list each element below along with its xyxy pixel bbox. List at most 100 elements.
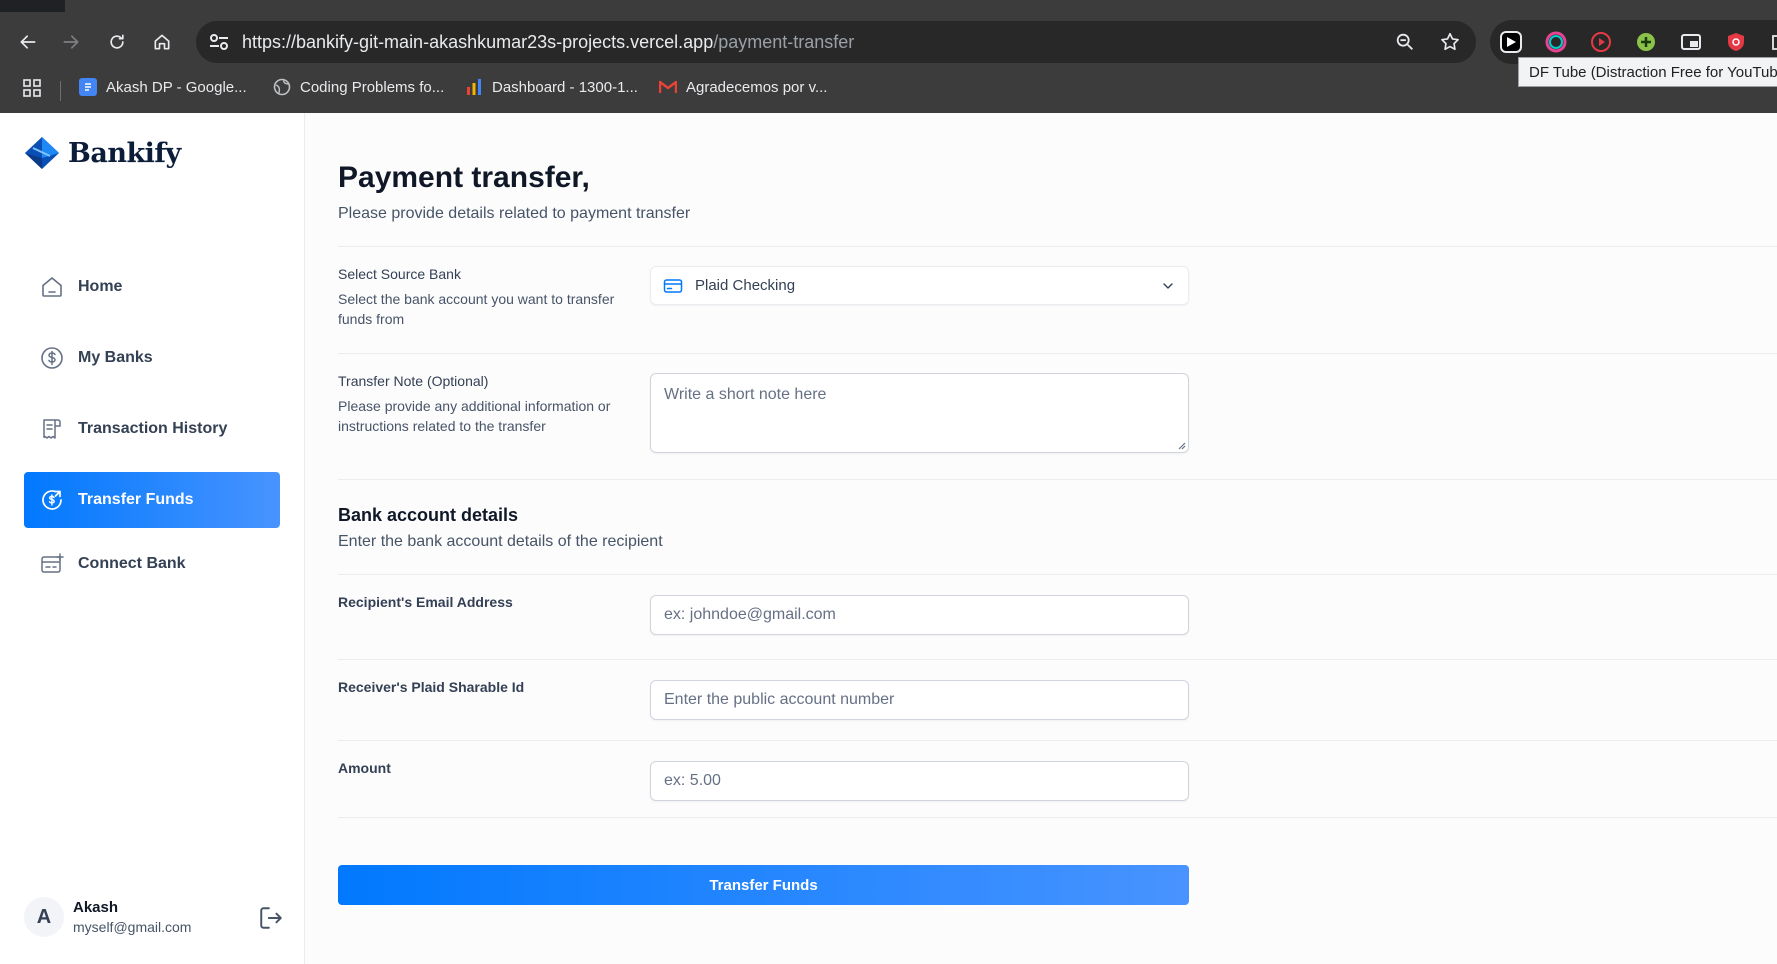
source-bank-help: Select the bank account you want to tran… — [338, 291, 615, 327]
divider — [338, 817, 1777, 818]
url-text[interactable]: https://bankify-git-main-akashkumar23s-p… — [242, 32, 854, 53]
brand-logo-link[interactable]: Bankify — [24, 136, 181, 170]
transfer-note-textarea[interactable] — [651, 374, 1188, 452]
sidebar-item-my-banks[interactable]: My Banks — [24, 330, 280, 386]
home-button[interactable] — [147, 27, 177, 57]
brand-name: Bankify — [68, 137, 181, 169]
extensions-puzzle-icon[interactable] — [1768, 31, 1777, 53]
page-subtitle: Please provide details related to paymen… — [338, 205, 691, 222]
reload-button[interactable] — [102, 27, 132, 57]
user-info: Akash myself@gmail.com — [73, 899, 191, 935]
transfer-note-field[interactable] — [650, 373, 1189, 453]
avatar: A — [24, 897, 64, 937]
bookmarks-separator — [60, 81, 61, 101]
tab-strip — [0, 0, 1777, 12]
resize-handle-icon[interactable] — [1176, 440, 1186, 450]
google-docs-icon — [79, 78, 97, 96]
amount-field[interactable] — [650, 761, 1189, 801]
amount-label: Amount — [338, 760, 391, 776]
divider — [338, 574, 1777, 575]
receipt-icon — [43, 419, 61, 439]
transfer-funds-button[interactable]: Transfer Funds — [338, 865, 1189, 905]
globe-icon — [273, 78, 291, 96]
home-icon — [42, 277, 62, 297]
user-profile: A Akash myself@gmail.com — [24, 892, 284, 942]
site-settings-icon[interactable] — [208, 32, 230, 52]
bookmark-label: Akash DP - Google... — [106, 78, 247, 96]
divider — [338, 659, 1777, 660]
forward-button[interactable] — [56, 27, 86, 57]
bookmark-label: Agradecemos por v... — [686, 78, 828, 96]
home-icon — [154, 34, 170, 50]
color-picker-extension-icon[interactable] — [1545, 31, 1567, 53]
url-path: /payment-transfer — [713, 32, 855, 52]
money-send-icon — [42, 490, 62, 510]
bank-details-subtitle: Enter the bank account details of the re… — [338, 533, 663, 550]
picture-in-picture-extension-icon[interactable] — [1680, 31, 1702, 53]
bookmark-item[interactable]: Agradecemos por v... — [659, 78, 827, 96]
sidebar-item-transaction-history[interactable]: Transaction History — [24, 401, 280, 457]
dollar-circle-icon — [41, 347, 63, 369]
sidebar-item-connect-bank[interactable]: Connect Bank — [24, 536, 280, 592]
add-extension-icon[interactable] — [1635, 31, 1657, 53]
bookmark-item[interactable]: Akash DP - Google... — [79, 78, 247, 96]
amount-input[interactable] — [651, 762, 1188, 800]
sidebar-item-label: Connect Bank — [78, 555, 186, 572]
app-root: Bankify Home My Banks Transaction Histor… — [0, 113, 1777, 964]
chevron-down-icon — [1163, 282, 1173, 289]
sidebar-item-label: Home — [78, 278, 123, 295]
recipient-email-input[interactable] — [651, 596, 1188, 634]
divider — [338, 353, 1777, 354]
address-bar[interactable]: https://bankify-git-main-akashkumar23s-p… — [196, 21, 1476, 63]
source-bank-label: Select Source Bank — [338, 266, 461, 282]
bookmark-label: Coding Problems fo... — [300, 78, 445, 96]
sharable-id-input[interactable] — [651, 681, 1188, 719]
page-title: Payment transfer, — [338, 161, 590, 194]
recipient-email-label: Recipient's Email Address — [338, 594, 513, 610]
bookmark-star-icon[interactable] — [1439, 31, 1461, 53]
zoom-icon[interactable] — [1394, 31, 1416, 53]
sidebar: Bankify Home My Banks Transaction Histor… — [0, 113, 305, 964]
source-bank-value: Plaid Checking — [695, 277, 796, 294]
reload-icon — [110, 34, 124, 49]
sharable-id-label: Receiver's Plaid Sharable Id — [338, 679, 525, 695]
back-button[interactable] — [13, 27, 43, 57]
user-name: Akash — [73, 899, 119, 916]
bankify-logo-icon — [25, 137, 59, 169]
sidebar-item-label: Transfer Funds — [78, 491, 194, 508]
user-email: myself@gmail.com — [73, 919, 192, 935]
sidebar-item-label: My Banks — [78, 349, 153, 366]
apps-grid-icon — [23, 79, 41, 97]
transfer-note-help: Please provide any additional informatio… — [338, 398, 611, 434]
bookmark-label: Dashboard - 1300-1... — [492, 78, 638, 96]
main-content: Payment transfer, Please provide details… — [338, 113, 1777, 964]
credit-card-icon — [663, 278, 683, 293]
sharable-id-field[interactable] — [650, 680, 1189, 720]
recipient-email-field[interactable] — [650, 595, 1189, 635]
bank-details-title: Bank account details — [338, 505, 519, 525]
browser-chrome: https://bankify-git-main-akashkumar23s-p… — [0, 0, 1777, 113]
divider — [338, 246, 1777, 247]
connect-bank-icon — [41, 553, 64, 573]
apps-button[interactable] — [22, 78, 42, 98]
bar-chart-icon — [465, 78, 483, 96]
url-host: https://bankify-git-main-akashkumar23s-p… — [242, 32, 714, 52]
logout-icon[interactable] — [258, 905, 284, 931]
extension-tooltip: DF Tube (Distraction Free for YouTube) — [1518, 57, 1777, 87]
divider — [338, 479, 1777, 480]
shield-extension-icon[interactable] — [1725, 31, 1747, 53]
arrow-left-icon — [20, 35, 36, 49]
screen-recorder-extension-icon[interactable] — [1590, 31, 1612, 53]
bookmarks-bar: Akash DP - Google... Coding Problems fo.… — [0, 70, 1777, 106]
sidebar-item-home[interactable]: Home — [24, 259, 280, 315]
transfer-note-label: Transfer Note (Optional) — [338, 373, 489, 389]
bookmark-item[interactable]: Dashboard - 1300-1... — [465, 78, 638, 96]
source-bank-select[interactable]: Plaid Checking — [650, 266, 1189, 305]
divider — [338, 740, 1777, 741]
gmail-icon — [659, 78, 677, 96]
sidebar-item-transfer-funds[interactable]: Transfer Funds — [24, 472, 280, 528]
sidebar-item-label: Transaction History — [78, 420, 228, 437]
arrow-right-icon — [63, 35, 79, 49]
bookmark-item[interactable]: Coding Problems fo... — [273, 78, 444, 96]
df-tube-extension-icon[interactable] — [1500, 31, 1522, 53]
